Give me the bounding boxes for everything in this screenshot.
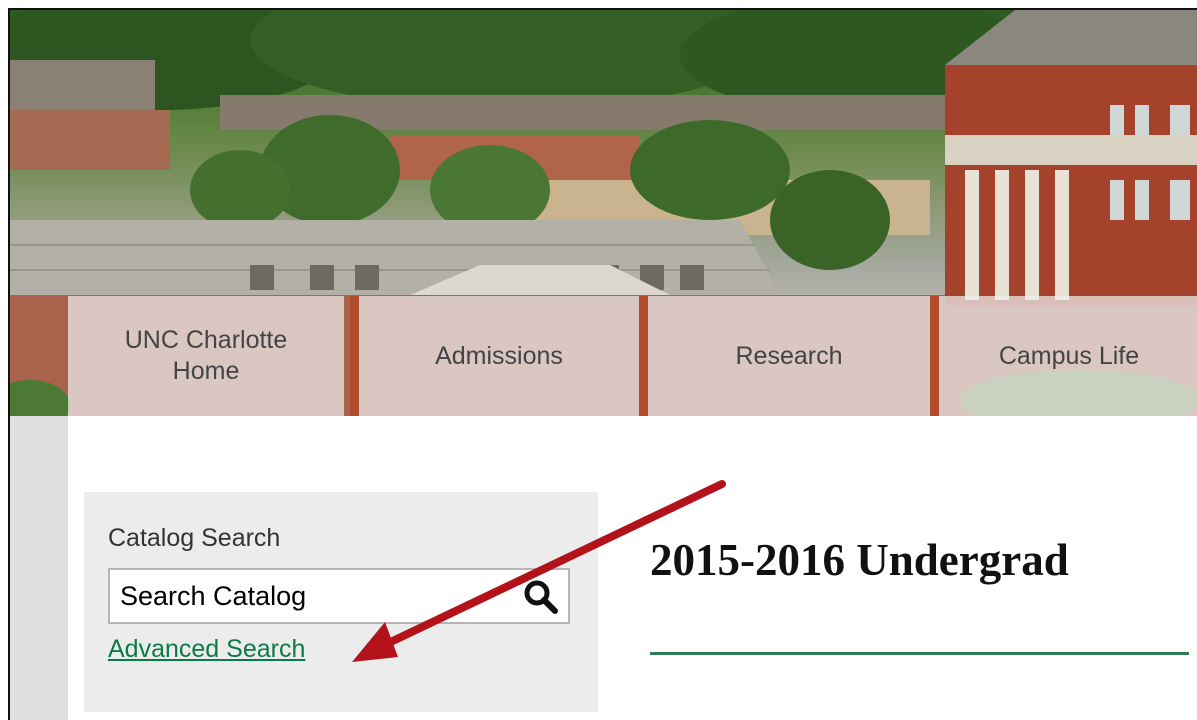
nav-tab-admissions[interactable]: Admissions — [359, 296, 639, 416]
nav-divider — [350, 296, 359, 416]
catalog-search-title: Catalog Search — [108, 524, 281, 552]
left-gutter — [10, 416, 68, 720]
search-box — [108, 568, 570, 624]
page-title: 2015-2016 Undergrad — [650, 535, 1069, 585]
search-button[interactable] — [522, 578, 560, 616]
nav-divider — [639, 296, 648, 416]
nav-tab-home[interactable]: UNC Charlotte Home — [68, 296, 344, 416]
search-input[interactable] — [110, 571, 522, 621]
nav-tab-admissions-label: Admissions — [435, 341, 563, 370]
advanced-search-link[interactable]: Advanced Search — [108, 635, 305, 664]
nav-tab-campus-life[interactable]: Campus Life — [939, 296, 1197, 416]
nav-tab-research[interactable]: Research — [648, 296, 930, 416]
nav-tab-campus-life-label: Campus Life — [998, 341, 1140, 370]
catalog-search-panel: Catalog Search Advanced Search — [84, 492, 598, 712]
nav-tab-research-label: Research — [735, 341, 843, 370]
nav-divider — [930, 296, 939, 416]
nav-tab-home-label: UNC Charlotte Home — [124, 326, 288, 385]
title-underline — [650, 652, 1189, 655]
search-icon — [524, 580, 558, 614]
